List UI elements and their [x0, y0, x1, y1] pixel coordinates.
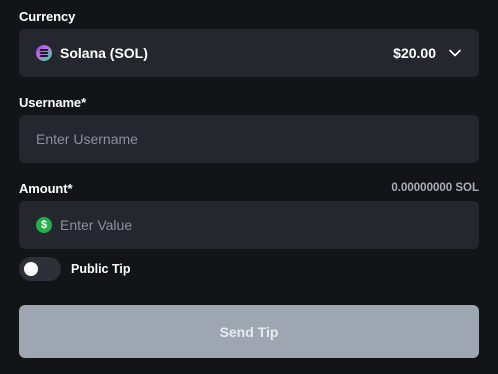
username-label: Username* [19, 95, 87, 110]
currency-select[interactable]: Solana (SOL) $20.00 [19, 29, 479, 77]
solana-logo-icon [36, 45, 52, 61]
send-tip-button[interactable]: Send Tip [19, 305, 479, 358]
currency-selected-name: Solana (SOL) [60, 45, 148, 61]
amount-input[interactable] [60, 201, 462, 249]
username-field-wrapper [19, 115, 479, 163]
currency-label: Currency [19, 9, 76, 24]
toggle-knob [24, 262, 38, 276]
public-tip-toggle[interactable] [19, 257, 61, 281]
send-tip-form: Currency Solana (SOL) $20.00 Username* A… [0, 0, 498, 374]
amount-label: Amount* [19, 181, 73, 196]
username-input[interactable] [36, 115, 462, 163]
currency-selected-amount: $20.00 [393, 45, 436, 61]
amount-field-wrapper: $ [19, 201, 479, 249]
dollar-coin-icon: $ [36, 217, 52, 233]
public-tip-label: Public Tip [71, 262, 131, 276]
chevron-down-icon[interactable] [448, 46, 462, 60]
amount-conversion: 0.00000000 SOL [391, 182, 479, 194]
